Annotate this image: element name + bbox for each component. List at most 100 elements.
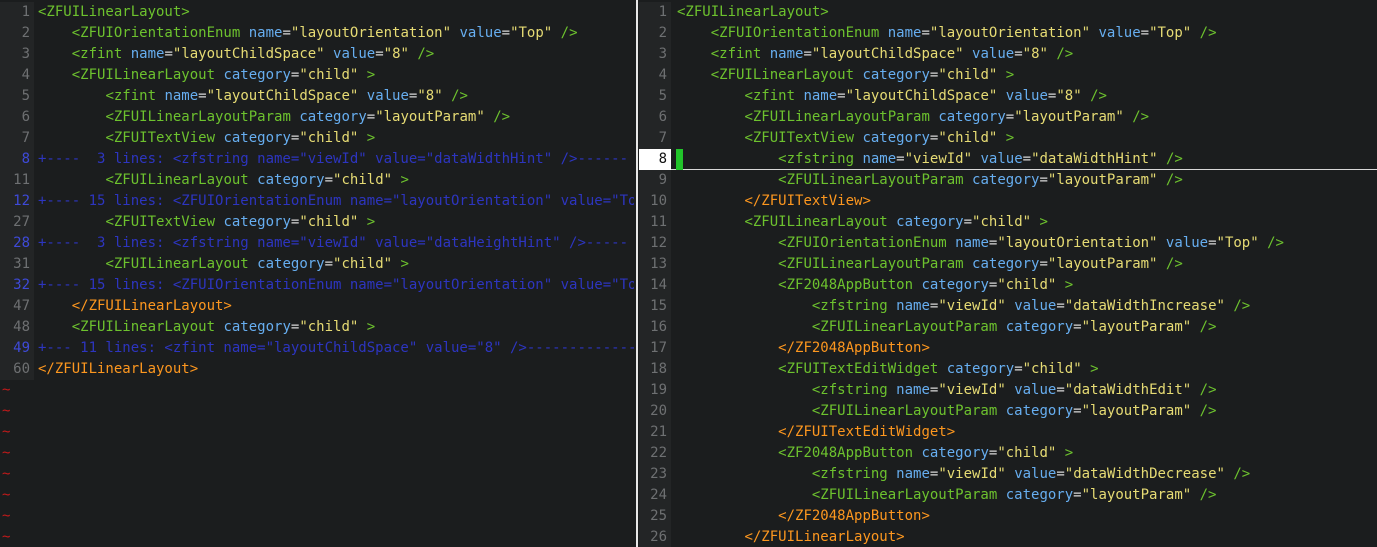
punctuation [1259,235,1267,251]
right-editor-pane[interactable]: 1 <ZFUILinearLayout> 2 <ZFUIOrientationEnu… [639,0,1377,547]
code-text: </ZFUITextView> [677,191,871,212]
code-line[interactable]: 15 <zfstring name="viewId" value="dataWi… [639,296,1377,317]
xml-tag: > [400,256,409,272]
code-line[interactable]: 14 <ZF2048AppButton category="child" > [639,275,1377,296]
punctuation [1006,466,1014,482]
folded-lines[interactable]: 12 +---- 15 lines: <ZFUIOrientationEnum n… [0,191,634,212]
xml-string: "layoutChildSpace" [811,46,964,62]
code-line[interactable]: 27 <ZFUITextView category="child" > [0,212,634,233]
code-text: <ZFUITextView category="child" > [38,128,375,149]
punctuation [485,109,493,125]
code-line[interactable]: 7 <ZFUITextView category="child" > [639,128,1377,149]
line-number: 31 [0,254,34,275]
code-line[interactable]: 7 <ZFUITextView category="child" > [0,128,634,149]
xml-string: "Top" [510,25,553,41]
code-line[interactable]: 16 <ZFUILinearLayoutParam category="layo… [639,317,1377,338]
left-editor-pane[interactable]: 1 <ZFUILinearLayout> 2 <ZFUIOrientationEnu… [0,0,634,547]
code-line[interactable]: 1 <ZFUILinearLayout> [0,2,634,23]
code-line[interactable]: 26 </ZFUILinearLayout> [639,527,1377,547]
xml-attribute: value [333,46,376,62]
punctuation [249,256,257,272]
folded-lines[interactable]: 8 +---- 3 lines: <zfstring name="viewId" … [0,149,634,170]
xml-closing-tag: </ZFUITextView> [744,193,871,209]
code-line[interactable]: 11 <ZFUILinearLayout category="child" > [0,170,634,191]
code-line[interactable]: 47 </ZFUILinearLayout> [0,296,634,317]
xml-tag: <ZFUILinearLayout [71,319,216,335]
code-text: <ZFUIOrientationEnum name="layoutOrienta… [38,23,578,44]
code-line[interactable]: 24 <ZFUILinearLayoutParam category="layo… [639,485,1377,506]
xml-tag: > [366,319,376,335]
punctuation: = [1056,298,1065,314]
code-line[interactable]: 21 </ZFUITextEditWidget> [639,422,1377,443]
xml-string: "layoutParam" [375,109,485,125]
cursor-line[interactable]: 8 <zfstring name="viewId" value="dataWid… [639,149,1377,170]
code-line[interactable]: 17 </ZF2048AppButton> [639,338,1377,359]
code-line[interactable]: 60 </ZFUILinearLayout> [0,359,634,380]
code-line[interactable]: 12 <ZFUIOrientationEnum name = "layoutOrie… [639,233,1377,254]
code-line[interactable]: 2 <ZFUIOrientationEnum name="layoutOrien… [0,23,634,44]
xml-string: "dataWidthEdit" [1064,382,1192,398]
code-line[interactable]: 11 <ZFUILinearLayout category="child" > [639,212,1377,233]
code-line[interactable]: 13 <ZFUILinearLayoutParam category="layo… [639,254,1377,275]
line-number: 32 [0,275,34,296]
xml-attribute: category [223,319,291,335]
xml-attribute: value [366,88,409,104]
code-text: <zfint name="layoutChildSpace" value="8"… [38,86,468,107]
code-line[interactable]: 48 <ZFUILinearLayout category="child" > [0,317,634,338]
code-line[interactable]: 19 <zfstring name="viewId" value="dataWi… [639,380,1377,401]
xml-string: "dataWidthHint" [1031,151,1158,167]
empty-buffer-line: ~ [0,464,634,485]
line-number: 3 [639,44,671,65]
xml-string: "layoutParam" [1047,256,1158,272]
line-number: 5 [639,86,671,107]
code-line[interactable]: 9 <ZFUILinearLayoutParam category="layou… [639,170,1377,191]
code-line[interactable]: 23 <zfstring name="viewId" value="dataWi… [639,464,1377,485]
line-number: 3 [0,44,34,65]
code-line[interactable]: 31 <ZFUILinearLayout category="child" > [0,254,634,275]
code-line[interactable]: 4 <ZFUILinearLayout category="child" > [639,65,1377,86]
xml-tag: /> [493,109,511,125]
code-line[interactable]: 5 <zfint name="layoutChildSpace" value="… [639,86,1377,107]
xml-string: "Top" [1216,235,1259,251]
code-line[interactable]: 1 <ZFUILinearLayout> [639,2,1377,23]
code-line[interactable]: 10 </ZFUITextView> [639,191,1377,212]
line-number: 2 [0,23,34,44]
folded-lines[interactable]: 28 +---- 3 lines: <zfstring name="viewId"… [0,233,634,254]
code-line[interactable]: 6 <ZFUILinearLayoutParam category="layou… [0,107,634,128]
xml-tag: > [1090,361,1099,377]
code-line[interactable]: 4 <ZFUILinearLayout category="child" > [0,65,634,86]
folded-lines[interactable]: 49 +--- 11 lines: <zfint name="layoutChil… [0,338,634,359]
code-text: <ZFUILinearLayout category="child" > [677,65,1015,86]
xml-tag: > [181,4,190,20]
punctuation [358,67,366,83]
code-line[interactable]: 20 <ZFUILinearLayoutParam category="layo… [639,401,1377,422]
punctuation [1191,382,1199,398]
code-line[interactable]: 3 <zfint name="layoutChildSpace" value="… [0,44,634,65]
code-line[interactable]: 3 <zfint name="layoutChildSpace" value="… [639,44,1377,65]
code-text: <ZFUITextView category="child" > [677,128,1014,149]
punctuation: = [198,88,207,104]
xml-string: "layoutParam" [1081,403,1192,419]
code-text: <ZFUILinearLayoutParam category="layoutP… [677,317,1217,338]
code-text: <ZFUITextView category="child" > [38,212,375,233]
line-number: 4 [0,65,34,86]
folded-lines[interactable]: 32 +---- 15 lines: <ZFUIOrientationEnum n… [0,275,634,296]
xml-tag: /> [1199,487,1217,503]
code-line[interactable]: 25 </ZF2048AppButton> [639,506,1377,527]
xml-attribute: value [1005,88,1048,104]
line-number: 9 [639,170,671,191]
xml-string: "child" [997,277,1057,293]
xml-string: "layoutOrientation" [997,235,1158,251]
xml-tag: > [1064,277,1074,293]
code-line[interactable]: 6 <ZFUILinearLayoutParam category="layou… [639,107,1377,128]
code-line[interactable]: 2 <ZFUIOrientationEnum name="layoutOrien… [639,23,1377,44]
xml-tag: <ZFUIOrientationEnum [71,25,241,41]
code-line[interactable]: 18 <ZFUITextEditWidget category="child" … [639,359,1377,380]
punctuation [947,235,955,251]
code-line[interactable]: 22 <ZF2048AppButton category="child" > [639,443,1377,464]
code-line[interactable]: 5 <zfint name="layoutChildSpace" value="… [0,86,634,107]
